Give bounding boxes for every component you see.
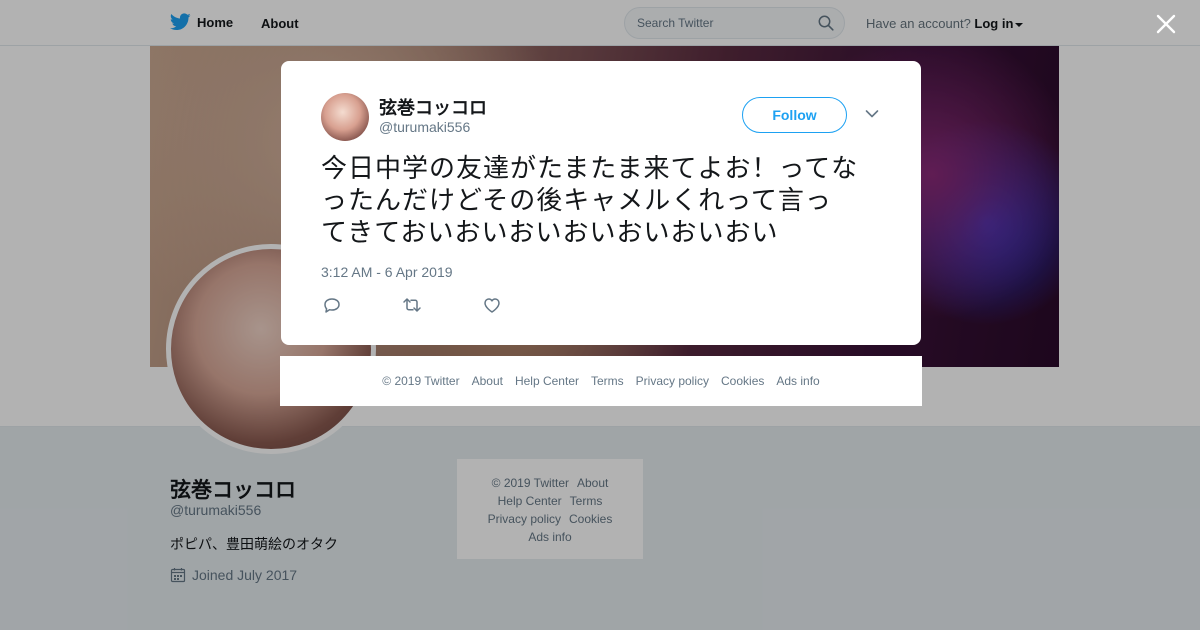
tweet-author-name[interactable]: 弦巻コッコロ xyxy=(379,94,487,120)
tweet-text-line: ったんだけどその後キャメルくれって言っ xyxy=(321,186,832,216)
footer-terms-link[interactable]: Terms xyxy=(591,374,624,388)
footer-privacy-link[interactable]: Privacy policy xyxy=(636,374,709,388)
tweet-timestamp[interactable]: 3:12 AM - 6 Apr 2019 xyxy=(321,264,453,280)
footer-copyright: © 2019 Twitter xyxy=(382,374,460,388)
heart-icon[interactable] xyxy=(481,296,503,314)
chevron-down-icon[interactable] xyxy=(865,109,879,119)
close-icon[interactable] xyxy=(1154,12,1178,36)
footer-ads-link[interactable]: Ads info xyxy=(776,374,819,388)
tweet-author-avatar[interactable] xyxy=(321,93,369,141)
modal-footer: © 2019 Twitter About Help Center Terms P… xyxy=(280,356,922,406)
tweet-text: 今日中学の友達がたまたま来てよお！ってな ったんだけどその後キャメルくれって言っ… xyxy=(321,153,889,249)
tweet-author-handle[interactable]: @turumaki556 xyxy=(379,119,470,135)
tweet-text-line: 今日中学の友達がたまたま来てよお！ってな xyxy=(321,154,859,184)
tweet-modal: 弦巻コッコロ @turumaki556 Follow 今日中学の友達がたまたま来… xyxy=(281,61,921,345)
footer-about-link[interactable]: About xyxy=(472,374,503,388)
footer-help-link[interactable]: Help Center xyxy=(515,374,579,388)
reply-icon[interactable] xyxy=(321,296,343,314)
tweet-text-line: てきておいおいおいおいおいおいおい xyxy=(321,218,779,248)
footer-cookies-link[interactable]: Cookies xyxy=(721,374,764,388)
retweet-icon[interactable] xyxy=(401,296,423,314)
follow-button[interactable]: Follow xyxy=(742,97,847,133)
